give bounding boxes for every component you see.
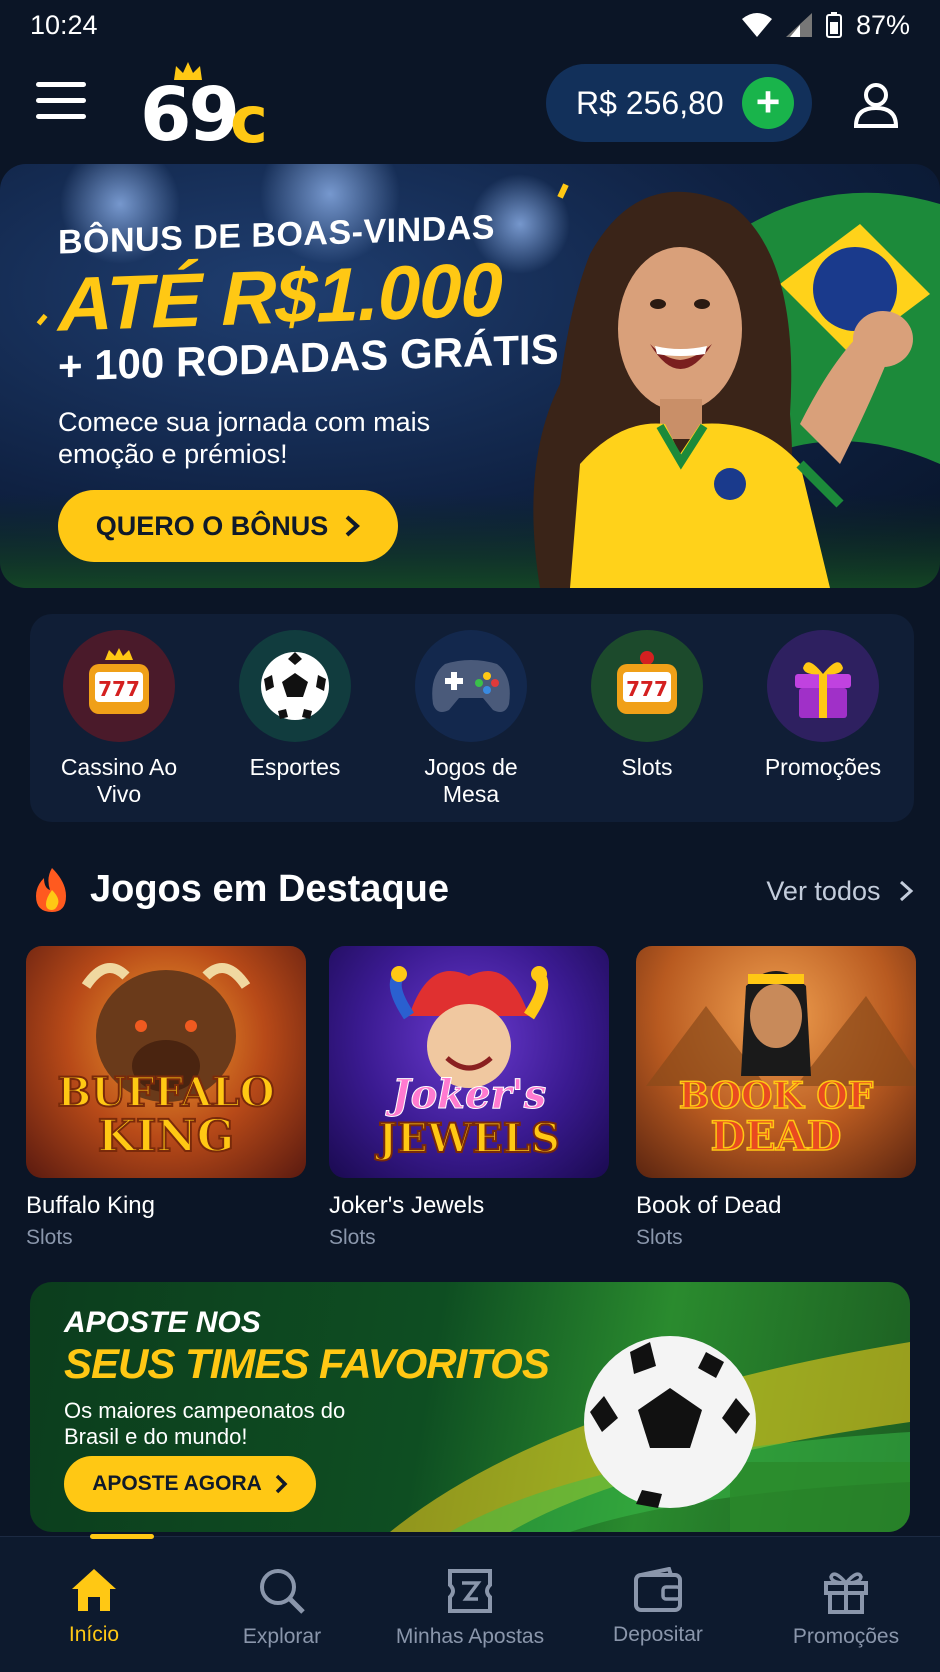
buffalo-artwork: BUFFALO KING [56,963,276,1163]
svg-text:777: 777 [626,677,668,701]
ticket-icon [448,1569,492,1613]
claim-bonus-button[interactable]: QUERO O BÔNUS [58,490,398,562]
section-title: Jogos em Destaque [90,868,449,910]
gamepad-icon [415,630,527,742]
see-all-label: Ver todos [766,876,881,906]
gift-icon [824,1572,868,1614]
category-table-games[interactable]: Jogos de Mesa [396,630,546,822]
game-card-book-of-dead[interactable]: BOOK OF DEAD Book of Dead Slots [636,946,916,1250]
menu-icon [36,82,86,87]
logo-number: 69 [140,72,240,158]
nav-label: Minhas Apostas [395,1625,545,1648]
game-category: Slots [329,1226,376,1249]
nav-promotions[interactable]: Promoções [752,1537,940,1672]
menu-icon-line [36,114,86,119]
sports-description: Os maiores campeonatos do Brasil e do mu… [64,1398,346,1449]
bet-now-button[interactable]: APOSTE AGORA [64,1456,316,1512]
balance-display[interactable]: R$ 256,80 + [546,64,812,142]
signal-icon [785,13,812,37]
search-icon [260,1569,305,1614]
game-category: Slots [26,1226,73,1249]
sports-pretitle: APOSTE NOS [64,1306,261,1339]
wallet-icon [634,1567,682,1612]
wifi-icon [741,13,772,37]
svg-text:777: 777 [98,677,140,701]
see-all-link[interactable]: Ver todos [766,876,914,907]
status-time: 10:24 [30,9,98,40]
category-label: Cassino Ao Vivo [60,754,178,807]
status-icons: 87% [741,9,910,41]
nav-my-bets[interactable]: Minhas Apostas [376,1537,564,1672]
category-sports[interactable]: Esportes [220,630,370,822]
category-live-casino[interactable]: 777 Cassino Ao Vivo [44,630,194,822]
game-category: Slots [636,1226,683,1249]
gift-icon [767,630,879,742]
thumb-text: JEWELS [375,1115,560,1162]
nav-label: Explorar [242,1625,322,1648]
claim-bonus-label: QUERO O BÔNUS [95,510,329,541]
thumb-text: KING [98,1111,235,1162]
thumb-text: DEAD [711,1113,842,1160]
game-card-buffalo-king[interactable]: BUFFALO KING Buffalo King Slots [26,946,306,1250]
soccer-ball-icon [239,630,351,742]
category-shortcuts: 777 Cassino Ao Vivo Esportes Jogos de Me… [30,614,914,822]
game-thumbnail: BUFFALO KING [26,946,306,1178]
thumb-text: BOOK OF [679,1075,874,1117]
game-thumbnail: BOOK OF DEAD [636,946,916,1178]
battery-icon [825,12,842,38]
joker-artwork: Joker's JEWELS [374,966,561,1163]
welcome-bonus-banner[interactable]: BÔNUS DE BOAS-VINDAS ATÉ R$1.000 + 100 R… [0,164,940,588]
sports-title: SEUS TIMES FAVORITOS [64,1340,550,1387]
bottom-navigation: Início Explorar Minhas Apostas Depositar… [0,1534,940,1672]
brazil-fan-illustration [533,191,940,588]
game-card-jokers-jewels[interactable]: Joker's JEWELS Joker's Jewels Slots [329,946,609,1250]
home-icon [72,1569,116,1611]
game-thumbnail: Joker's JEWELS [329,946,609,1178]
sports-betting-banner[interactable]: APOSTE NOS SEUS TIMES FAVORITOS Os maior… [30,1282,910,1532]
balance-value: R$ 256,80 [576,84,724,121]
active-tab-indicator [90,1534,154,1539]
nav-deposit[interactable]: Depositar [564,1537,752,1672]
nav-explore[interactable]: Explorar [188,1537,376,1672]
category-slots[interactable]: 777 Slots [572,630,722,822]
fire-icon [36,868,66,912]
thumb-text: Joker's [385,1071,547,1118]
thumb-text: BUFFALO [57,1069,274,1116]
menu-button[interactable] [36,82,86,126]
logo[interactable]: 69 c [140,62,280,158]
status-bar: 10:24 87% [0,0,940,50]
chevron-right-icon [345,515,361,537]
slot-machine-crown-icon: 777 [63,630,175,742]
nav-label: Depositar [613,1623,703,1646]
category-label: Jogos de Mesa [424,754,518,807]
battery-percentage: 87% [855,9,910,40]
category-label: Promoções [764,754,882,780]
featured-games-list: BUFFALO KING Buffalo King Slots Joker's … [26,946,916,1249]
slot-machine-icon: 777 [591,630,703,742]
chevron-right-icon [899,880,914,902]
nav-home[interactable]: Início [0,1537,188,1672]
add-funds-button[interactable]: + [742,77,794,129]
hero-description: Comece sua jornada com mais emoção e pré… [58,407,431,469]
chevron-right-icon [275,1474,288,1494]
game-name: Book of Dead [636,1192,782,1219]
category-label: Esportes [249,754,341,780]
category-promotions[interactable]: Promoções [748,630,898,822]
bet-now-label: APOSTE AGORA [92,1472,262,1495]
menu-icon-line [36,98,86,103]
category-label: Slots [621,754,673,780]
nav-label: Promoções [792,1625,900,1648]
game-name: Buffalo King [26,1192,155,1219]
featured-games-header: Jogos em Destaque Ver todos [30,862,914,918]
book-of-dead-artwork: BOOK OF DEAD [646,971,916,1161]
nav-label: Início [68,1623,120,1646]
app-header: 69 c R$ 256,80 + [0,54,940,158]
user-profile-icon[interactable] [852,80,900,128]
logo-letter: c [230,84,268,158]
game-name: Joker's Jewels [329,1192,485,1219]
